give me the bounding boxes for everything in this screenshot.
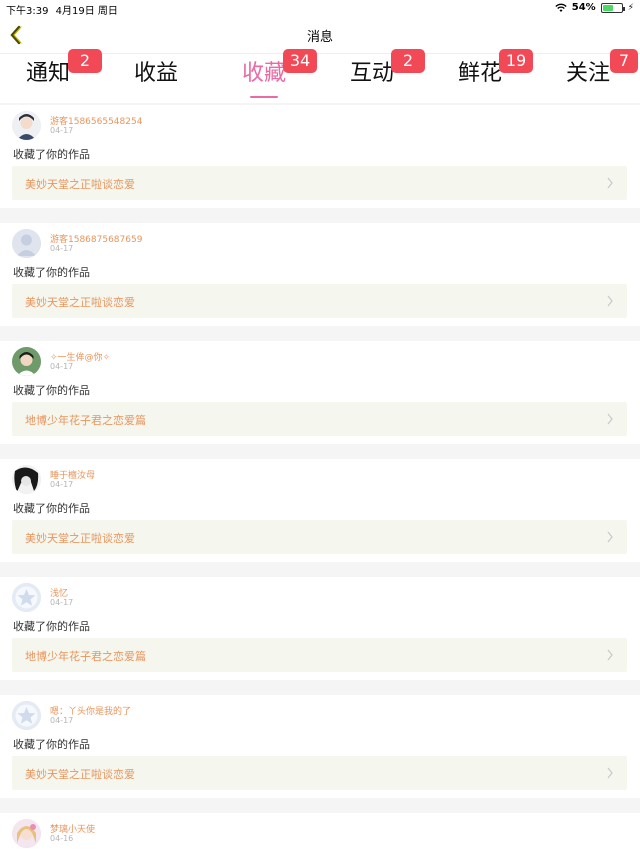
chevron-right-icon xyxy=(607,531,613,543)
chevron-right-icon xyxy=(607,295,613,307)
message-card: 游客1586565548254 04-17 收藏了你的作品 美妙天堂之正啦谈恋爱 xyxy=(0,105,640,208)
work-link[interactable]: 地博少年花子君之恋爱篇 xyxy=(12,638,627,672)
message-date: 04-17 xyxy=(50,126,74,135)
tab-label: 互动 xyxy=(350,61,395,86)
action-text: 收藏了你的作品 xyxy=(13,620,90,633)
page-title: 消息 xyxy=(306,30,333,45)
work-link[interactable]: 地博少年花子君之恋爱篇 xyxy=(12,402,627,436)
action-text: 收藏了你的作品 xyxy=(13,384,90,397)
message-card: 浅忆 04-17 收藏了你的作品 地博少年花子君之恋爱篇 xyxy=(0,577,640,680)
tab-notifications[interactable]: 通知 2 xyxy=(26,49,102,98)
tab-flowers[interactable]: 鲜花 19 xyxy=(458,49,533,98)
status-date: 4月19日 周日 xyxy=(55,6,118,17)
message-card: 梦璃小天使 04-16 xyxy=(0,813,640,853)
work-title: 美妙天堂之正啦谈恋爱 xyxy=(25,178,135,191)
work-link[interactable]: 美妙天堂之正啦谈恋爱 xyxy=(12,756,627,790)
chevron-right-icon xyxy=(607,177,613,189)
active-tab-indicator xyxy=(250,96,279,98)
tab-interactions[interactable]: 互动 2 xyxy=(350,49,425,98)
nav-bar: 消息 xyxy=(0,17,640,53)
battery-percent: 54% xyxy=(571,2,596,13)
unread-badge: 19 xyxy=(499,49,533,73)
charging-icon: ⚡ xyxy=(627,2,634,13)
work-title: 美妙天堂之正啦谈恋爱 xyxy=(25,296,135,309)
work-title: 美妙天堂之正啦谈恋爱 xyxy=(25,768,135,781)
status-indicators: 54% ⚡ xyxy=(555,2,634,13)
action-text: 收藏了你的作品 xyxy=(13,266,90,279)
status-bar: 下午3:39 4月19日 周日 54% ⚡ xyxy=(0,0,640,17)
tab-earnings[interactable]: 收益 xyxy=(134,58,178,98)
work-title: 地博少年花子君之恋爱篇 xyxy=(25,414,146,427)
avatar-default[interactable] xyxy=(12,229,41,258)
tab-label: 关注 xyxy=(566,61,611,86)
unread-badge: 2 xyxy=(391,49,425,73)
tab-favorites[interactable]: 收藏 34 xyxy=(242,49,317,98)
message-date: 04-17 xyxy=(50,480,74,489)
avatar-photo-boy[interactable] xyxy=(12,111,41,140)
message-date: 04-17 xyxy=(50,244,74,253)
avatar-photo-green[interactable] xyxy=(12,347,41,376)
avatar-photo-pink[interactable] xyxy=(12,819,41,848)
tab-label: 鲜花 xyxy=(458,61,503,86)
action-text: 收藏了你的作品 xyxy=(13,738,90,751)
unread-badge: 34 xyxy=(283,49,317,73)
message-card: 睡于檀汝母 04-17 收藏了你的作品 美妙天堂之正啦谈恋爱 xyxy=(0,459,640,562)
chevron-right-icon xyxy=(607,649,613,661)
message-date: 04-17 xyxy=(50,716,74,725)
message-card: 嗯：丫头你是我的了 04-17 收藏了你的作品 美妙天堂之正啦谈恋爱 xyxy=(0,695,640,798)
avatar-star[interactable] xyxy=(12,583,41,612)
work-title: 地博少年花子君之恋爱篇 xyxy=(25,650,146,663)
action-text: 收藏了你的作品 xyxy=(13,502,90,515)
chevron-right-icon xyxy=(607,767,613,779)
tab-label: 收益 xyxy=(134,61,179,86)
message-date: 04-17 xyxy=(50,362,74,371)
message-card: 游客1586875687659 04-17 收藏了你的作品 美妙天堂之正啦谈恋爱 xyxy=(0,223,640,326)
battery-icon xyxy=(600,2,625,13)
status-time-date: 下午3:39 4月19日 周日 xyxy=(6,2,118,17)
tab-bar: 通知 2 收益 收藏 34 互动 2 鲜花 19 关注 7 xyxy=(0,49,640,103)
work-link[interactable]: 美妙天堂之正啦谈恋爱 xyxy=(12,166,627,200)
status-time: 下午3:39 xyxy=(6,6,49,17)
avatar-photo-dark[interactable] xyxy=(12,465,41,494)
message-date: 04-17 xyxy=(50,598,74,607)
wifi-icon xyxy=(555,3,567,12)
tab-label: 收藏 xyxy=(242,61,287,86)
avatar-star[interactable] xyxy=(12,701,41,730)
tab-label: 通知 xyxy=(26,61,71,86)
message-card: ✧一生侔@你✧ 04-17 收藏了你的作品 地博少年花子君之恋爱篇 xyxy=(0,341,640,444)
work-link[interactable]: 美妙天堂之正啦谈恋爱 xyxy=(12,520,627,554)
message-date: 04-16 xyxy=(50,834,74,843)
unread-badge: 7 xyxy=(610,49,638,73)
work-title: 美妙天堂之正啦谈恋爱 xyxy=(25,532,135,545)
unread-badge: 2 xyxy=(68,49,102,73)
action-text: 收藏了你的作品 xyxy=(13,148,90,161)
work-link[interactable]: 美妙天堂之正啦谈恋爱 xyxy=(12,284,627,318)
tab-follows[interactable]: 关注 7 xyxy=(566,49,638,98)
chevron-right-icon xyxy=(607,413,613,425)
